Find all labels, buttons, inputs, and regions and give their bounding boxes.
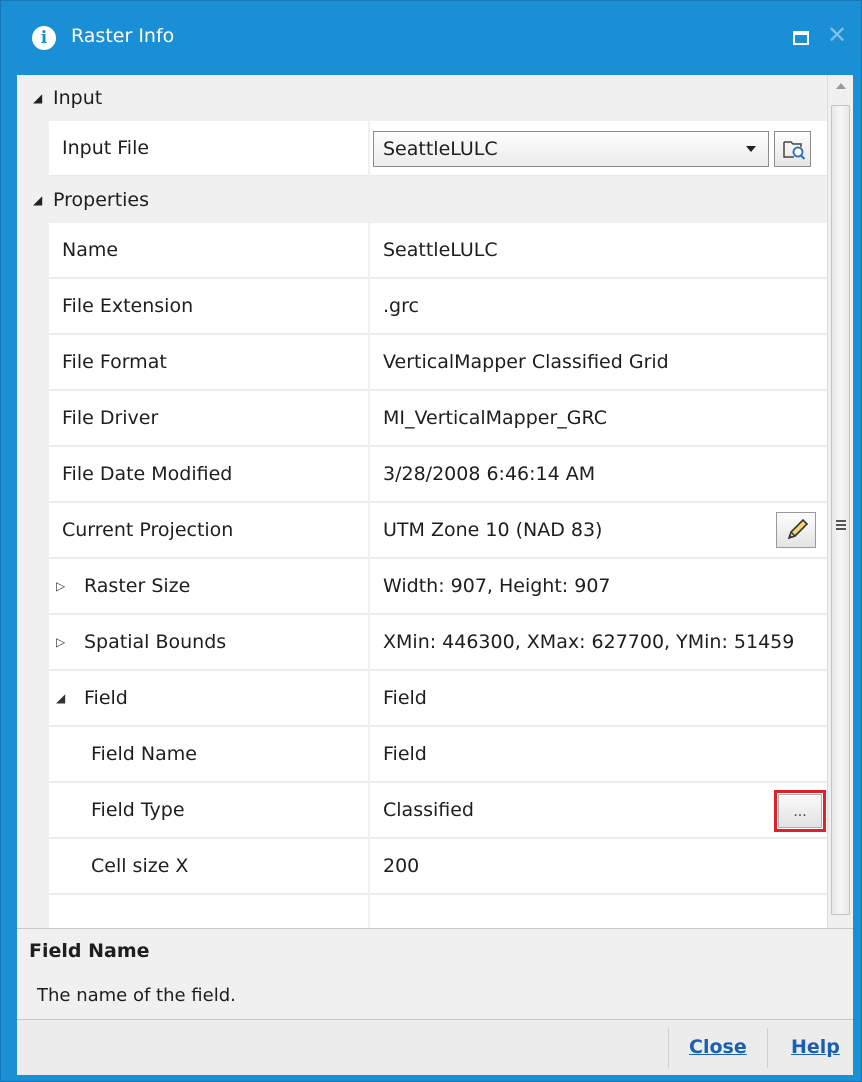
property-row-input-file: Input File SeattleLULC [17, 121, 827, 177]
description-panel: Field Name The name of the field. [17, 928, 853, 1019]
window-title: Raster Info [71, 25, 175, 47]
expand-triangle-icon[interactable]: ▷ [56, 635, 70, 649]
close-icon[interactable]: ✕ [827, 21, 847, 49]
collapse-triangle-icon[interactable]: ◢ [33, 91, 45, 105]
property-row-file-format: File Format VerticalMapper Classified Gr… [17, 335, 827, 391]
property-name: Name [49, 223, 368, 278]
pencil-icon [787, 518, 809, 540]
property-grid: ◢ Input Input File SeattleLULC ◢ Propert… [17, 75, 827, 928]
property-value[interactable]: UTM Zone 10 (NAD 83) [370, 503, 827, 558]
field-type-ellipsis-button[interactable]: ... [778, 794, 822, 828]
maximize-icon[interactable] [793, 31, 809, 45]
property-row-field-type: Field Type Classified ... [17, 783, 827, 839]
scrollbar-thumb[interactable] [831, 105, 850, 915]
property-value[interactable]: MI_VerticalMapper_GRC [370, 391, 827, 446]
scroll-up-arrow-icon[interactable] [836, 83, 846, 89]
description-title: Field Name [29, 940, 150, 962]
category-label: Properties [53, 189, 150, 211]
property-row-file-driver: File Driver MI_VerticalMapper_GRC [17, 391, 827, 447]
property-row-name: Name SeattleLULC [17, 223, 827, 279]
property-row-partial [17, 895, 827, 928]
property-row-raster-size: ▷ Raster Size Width: 907, Height: 907 [17, 559, 827, 615]
close-link[interactable]: Close [689, 1036, 747, 1058]
collapse-triangle-icon[interactable]: ◢ [56, 691, 70, 705]
input-file-dropdown[interactable]: SeattleLULC [373, 131, 769, 167]
dialog-body: ◢ Input Input File SeattleLULC ◢ Propert… [17, 75, 853, 1075]
property-row-file-extension: File Extension .grc [17, 279, 827, 335]
footer-separator [668, 1028, 669, 1068]
property-row-field-name: Field Name Field [17, 727, 827, 783]
help-link[interactable]: Help [791, 1036, 840, 1058]
property-row-current-projection: Current Projection UTM Zone 10 (NAD 83) [17, 503, 827, 559]
footer-separator [767, 1028, 768, 1068]
property-name: File Date Modified [49, 447, 368, 502]
property-name: File Driver [49, 391, 368, 446]
property-name: Current Projection [49, 503, 368, 558]
property-value[interactable]: XMin: 446300, XMax: 627700, YMin: 51459 [370, 615, 827, 670]
browse-file-button[interactable] [774, 131, 811, 167]
property-name: Input File [49, 121, 368, 176]
browse-folder-icon [783, 141, 806, 160]
property-value[interactable]: 200 [370, 839, 827, 894]
category-properties[interactable]: ◢ Properties [17, 177, 827, 223]
collapse-triangle-icon[interactable]: ◢ [33, 193, 45, 207]
vertical-scrollbar[interactable] [827, 75, 853, 928]
property-row-file-date-modified: File Date Modified 3/28/2008 6:46:14 AM [17, 447, 827, 503]
category-label: Input [53, 87, 103, 109]
property-name: File Format [49, 335, 368, 390]
grip-icon [836, 520, 846, 530]
property-value[interactable] [370, 895, 827, 928]
property-value[interactable]: 3/28/2008 6:46:14 AM [370, 447, 827, 502]
property-name: Field Name [49, 727, 368, 782]
info-icon: i [32, 26, 56, 50]
property-row-field: ◢ Field Field [17, 671, 827, 727]
property-name [49, 895, 368, 928]
property-name[interactable]: ▷ Spatial Bounds [49, 615, 368, 670]
property-value[interactable]: SeattleLULC [370, 223, 827, 278]
raster-info-window: i Raster Info ✕ ◢ Input Input File Seatt… [0, 0, 862, 1082]
property-name: File Extension [49, 279, 368, 334]
property-value: SeattleLULC [370, 121, 827, 176]
property-value[interactable]: VerticalMapper Classified Grid [370, 335, 827, 390]
property-value[interactable]: Classified ... [370, 783, 827, 838]
property-value[interactable]: Field [370, 671, 827, 726]
property-name[interactable]: ▷ Raster Size [49, 559, 368, 614]
property-name[interactable]: ◢ Field [49, 671, 368, 726]
category-input[interactable]: ◢ Input [17, 75, 827, 121]
property-value[interactable]: .grc [370, 279, 827, 334]
dialog-footer: Close Help [17, 1019, 853, 1075]
property-name: Cell size X [49, 839, 368, 894]
chevron-down-icon[interactable] [746, 146, 756, 152]
property-value[interactable]: Width: 907, Height: 907 [370, 559, 827, 614]
property-row-spatial-bounds: ▷ Spatial Bounds XMin: 446300, XMax: 627… [17, 615, 827, 671]
expand-triangle-icon[interactable]: ▷ [56, 579, 70, 593]
property-name: Field Type [49, 783, 368, 838]
title-bar[interactable]: i Raster Info ✕ [1, 1, 861, 75]
property-value[interactable]: Field [370, 727, 827, 782]
property-row-cell-size-x: Cell size X 200 [17, 839, 827, 895]
description-text: The name of the field. [37, 985, 236, 1006]
edit-projection-button[interactable] [776, 512, 816, 548]
